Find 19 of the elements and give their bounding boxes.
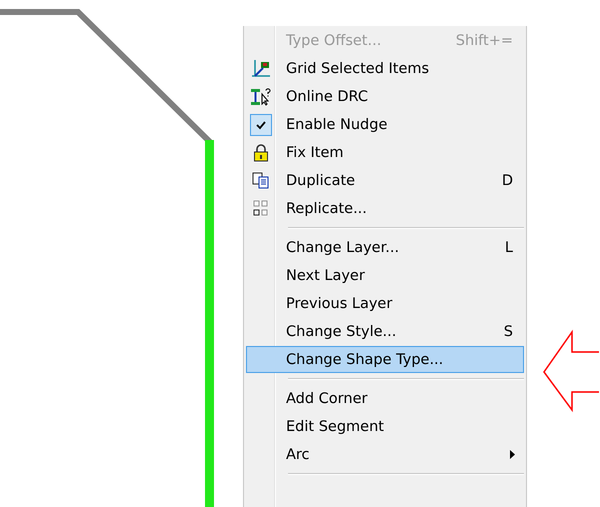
squares-grid-icon [253, 200, 269, 218]
menu-item[interactable]: Fix Item [246, 139, 524, 166]
copy-pages-icon [252, 172, 270, 190]
menu-item[interactable]: Replicate... [246, 195, 524, 222]
menu-item[interactable]: Change Style... S [246, 318, 524, 345]
padlock-icon [253, 144, 269, 162]
menu-item[interactable]: Previous Layer [246, 290, 524, 317]
menu-item[interactable]: Enable Nudge [246, 111, 524, 138]
grid-icon [252, 60, 270, 78]
menu-item[interactable]: Next Layer [246, 262, 524, 289]
menu-item[interactable]: Change Shape Type... [246, 346, 524, 373]
menu-item[interactable]: Grid Selected Items [246, 55, 524, 82]
menu-item[interactable]: Change Layer... L [246, 234, 524, 261]
menu-item[interactable]: Add Corner [246, 385, 524, 412]
menu-item[interactable]: Edit Segment [246, 413, 524, 440]
menu-item[interactable]: Arc [246, 441, 524, 468]
menu-item[interactable]: Online DRC [246, 83, 524, 110]
menu-item[interactable]: Duplicate D [246, 167, 524, 194]
drc-icon [251, 88, 271, 106]
